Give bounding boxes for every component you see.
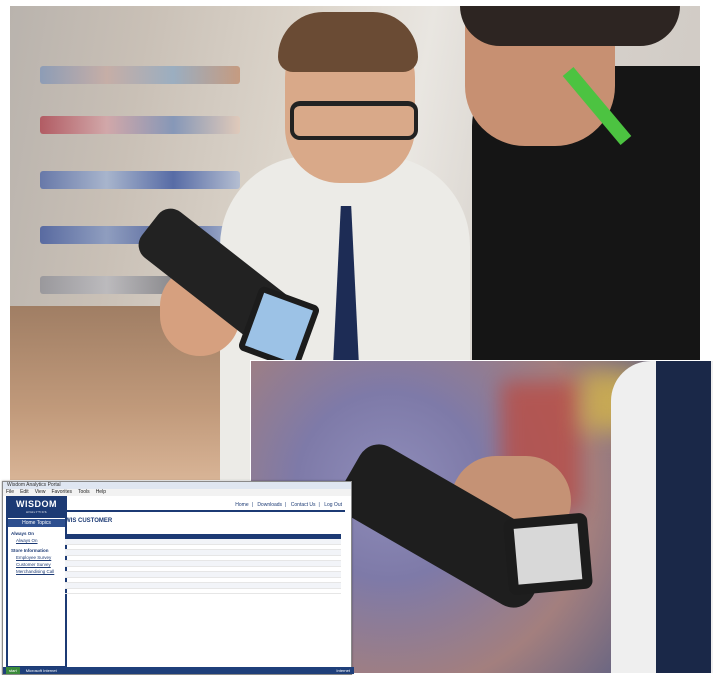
table-cell (107, 588, 129, 594)
table-cell (171, 588, 193, 594)
window-title: Wisdom Analytics Portal (3, 482, 351, 489)
sidebar-section-store-information: Store Information (11, 548, 49, 553)
sidebar-link-always-on[interactable]: Always On (8, 537, 65, 544)
table-row[interactable] (65, 588, 341, 594)
scanner-screen (502, 512, 594, 596)
table-cell (277, 588, 299, 594)
sidebar-section-always-on: Always On (11, 531, 35, 536)
table-cell (213, 588, 235, 594)
store-shelf (40, 116, 240, 134)
logo: WISDOM ANALYTICS (8, 498, 65, 518)
logo-brand: WISDOM (16, 499, 57, 509)
table-cell (149, 588, 172, 594)
table-cell (192, 588, 214, 594)
sidebar: WISDOM ANALYTICS Home Topics Always On A… (6, 496, 67, 668)
nav-home[interactable]: Home (232, 502, 251, 508)
menu-help[interactable]: Help (96, 489, 106, 496)
menu-file[interactable]: File (6, 489, 14, 496)
menu-tools[interactable]: Tools (78, 489, 90, 496)
store-shelf (40, 66, 240, 84)
start-button[interactable]: start (6, 667, 20, 674)
menu-bar: File Edit View Favorites Tools Help (3, 489, 351, 496)
table-cell (86, 588, 108, 594)
menu-favorites[interactable]: Favorites (51, 489, 72, 496)
logo-sub: ANALYTICS (26, 510, 47, 514)
navy-tie (656, 361, 711, 673)
colleague-hair (460, 6, 680, 46)
app-body: WISDOM ANALYTICS Home Topics Always On A… (3, 496, 351, 668)
top-nav: Home | Downloads | Contact Us | Log Out (65, 500, 345, 512)
table-cell (319, 588, 341, 594)
nav-downloads[interactable]: Downloads (254, 502, 285, 508)
sidebar-link-customer-survey[interactable]: Customer Survey (8, 561, 65, 568)
sidebar-link-employee-survey[interactable]: Employee Survey (8, 554, 65, 561)
taskbar-item[interactable]: Microsoft Internet (26, 667, 57, 674)
app-screenshot-window: Wisdom Analytics Portal File Edit View F… (2, 481, 354, 675)
table-cell (65, 588, 87, 594)
nav-log-out[interactable]: Log Out (321, 502, 345, 508)
sidebar-link-merchandising-call[interactable]: Merchandising Call (8, 568, 65, 575)
table-cell (255, 588, 278, 594)
store-shelf (40, 171, 240, 189)
nav-contact-us[interactable]: Contact Us (288, 502, 319, 508)
page-title: WIS CUSTOMER (65, 518, 113, 524)
taskbar: start Microsoft Internet Internet (3, 667, 354, 674)
home-topics-header: Home Topics (8, 519, 65, 527)
employee-hair (278, 12, 418, 72)
status-zone: Internet (336, 668, 350, 673)
content-area: WIS CUSTOMER (65, 518, 345, 524)
data-table (65, 534, 341, 594)
table-cell (234, 588, 256, 594)
table-cell (298, 588, 320, 594)
table-cell (128, 588, 150, 594)
menu-edit[interactable]: Edit (20, 489, 29, 496)
employee-glasses (290, 101, 418, 140)
menu-view[interactable]: View (35, 489, 46, 496)
